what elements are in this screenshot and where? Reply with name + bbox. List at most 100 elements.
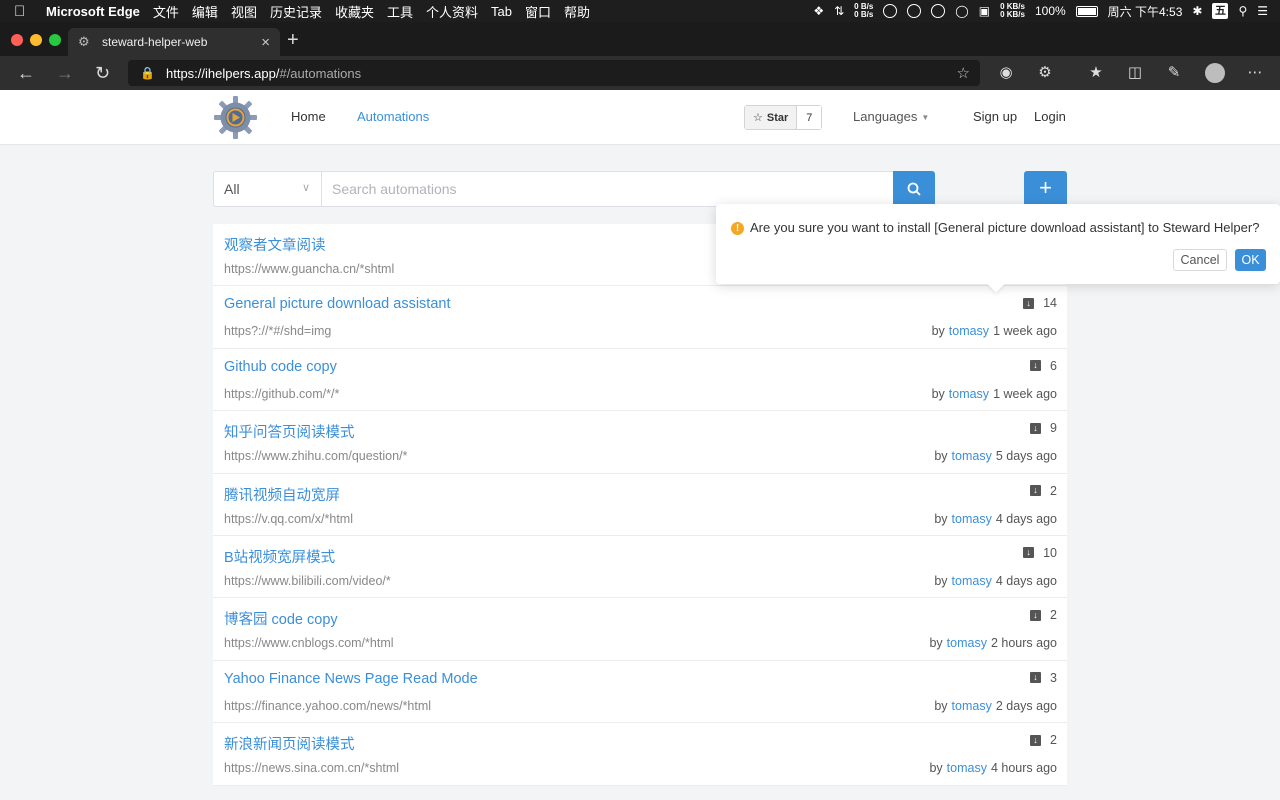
new-tab-icon[interactable]: + xyxy=(287,30,299,50)
author-link[interactable]: tomasy xyxy=(952,512,992,526)
menu-help[interactable]: 帮助 xyxy=(564,2,590,21)
automation-title[interactable]: 观察者文章阅读 xyxy=(224,234,326,255)
search-button[interactable] xyxy=(893,171,935,207)
automation-row[interactable]: 博客园 code copy https://www.cnblogs.com/*ht… xyxy=(213,598,1067,661)
by-label: by xyxy=(934,449,948,464)
nav-home[interactable]: Home xyxy=(291,109,326,124)
search-input[interactable] xyxy=(321,171,894,207)
feedback-icon[interactable]: ✎ xyxy=(1165,64,1183,82)
monitor-icon[interactable]: ▣ xyxy=(979,4,990,18)
filter-select-value: All xyxy=(224,181,240,197)
github-star-button[interactable]: ☆ Star xyxy=(745,106,798,129)
address-bar[interactable]: 🔒 https://ihelpers.app/#/automations ☆ xyxy=(128,60,980,86)
github-star-widget[interactable]: ☆ Star 7 xyxy=(744,105,823,130)
extension-s-icon[interactable]: ◉ xyxy=(997,64,1015,82)
download-icon[interactable]: ↓ xyxy=(1030,422,1042,434)
menu-edit[interactable]: 编辑 xyxy=(192,2,218,21)
download-icon[interactable]: ↓ xyxy=(1030,360,1042,372)
net-down: 0 B/s xyxy=(854,10,874,19)
close-window-button[interactable] xyxy=(11,34,23,46)
ok-button[interactable]: OK xyxy=(1235,249,1266,271)
menu-file[interactable]: 文件 xyxy=(153,2,179,21)
macos-menubar:  Microsoft Edge 文件 编辑 视图 历史记录 收藏夹 工具 个人… xyxy=(0,0,1280,22)
install-confirm-popover: ! Are you sure you want to install [Gene… xyxy=(716,204,1280,293)
automation-row[interactable]: B站视频宽屏模式 https://www.bilibili.com/video/*… xyxy=(213,535,1067,599)
author-link[interactable]: tomasy xyxy=(949,387,989,401)
signup-link[interactable]: Sign up xyxy=(973,109,1017,124)
collections-icon[interactable]: ◫ xyxy=(1126,64,1144,82)
automation-title[interactable]: 博客园 code copy xyxy=(224,608,338,629)
toggle-icon[interactable]: ◯ xyxy=(955,4,968,18)
download-count: ↓ 10 xyxy=(1023,546,1057,560)
automation-title[interactable]: 新浪新闻页阅读模式 xyxy=(224,733,355,754)
author-link[interactable]: tomasy xyxy=(952,449,992,463)
automation-title[interactable]: B站视频宽屏模式 xyxy=(224,546,335,567)
nav-automations[interactable]: Automations xyxy=(357,109,429,124)
control-center-icon[interactable]: ✱ xyxy=(1192,4,1202,18)
forward-arrow-icon[interactable]: → xyxy=(56,62,74,84)
more-menu-icon[interactable]: ⋯ xyxy=(1246,64,1264,82)
author-link[interactable]: tomasy xyxy=(949,324,989,338)
download-icon[interactable]: ↓ xyxy=(1030,672,1042,684)
favorite-star-icon[interactable]: ☆ xyxy=(957,64,970,82)
menu-app-name[interactable]: Microsoft Edge xyxy=(46,4,140,19)
automation-row[interactable]: 知乎问答页阅读模式 https://www.zhihu.com/question/… xyxy=(213,411,1067,474)
menu-history[interactable]: 历史记录 xyxy=(270,2,322,21)
clock[interactable]: 周六 下午4:53 xyxy=(1108,3,1183,20)
notification-list-icon[interactable]: ☰ xyxy=(1257,4,1268,18)
menu-window[interactable]: 窗口 xyxy=(525,2,551,21)
login-link[interactable]: Login xyxy=(1034,109,1066,124)
menu-profile[interactable]: 个人资料 xyxy=(426,2,478,21)
automation-row[interactable]: 新浪新闻页阅读模式 https://news.sina.com.cn/*shtml… xyxy=(213,723,1067,786)
automation-row[interactable]: 腾讯视频自动宽屏 https://v.qq.com/x/*html ↓ 2 by toma… xyxy=(213,473,1067,536)
automation-title[interactable]: General picture download assistant xyxy=(224,296,451,312)
download-icon[interactable]: ↓ xyxy=(1023,297,1035,309)
menu-favorites[interactable]: 收藏夹 xyxy=(335,2,374,21)
author-link[interactable]: tomasy xyxy=(947,636,987,650)
menu-tab[interactable]: Tab xyxy=(491,4,512,19)
minimize-window-button[interactable] xyxy=(30,34,42,46)
input-method-icon[interactable]: 五 xyxy=(1212,3,1229,19)
author-link[interactable]: tomasy xyxy=(952,574,992,588)
menu-tools[interactable]: 工具 xyxy=(387,2,413,21)
favorites-list-icon[interactable]: ★ xyxy=(1087,64,1105,82)
battery-icon[interactable] xyxy=(1075,5,1098,17)
author-link[interactable]: tomasy xyxy=(952,699,992,713)
automation-title[interactable]: Github code copy xyxy=(224,359,337,375)
download-icon[interactable]: ↓ xyxy=(1023,547,1035,559)
download-count-value: 10 xyxy=(1043,545,1057,560)
zoom-window-button[interactable] xyxy=(49,34,61,46)
download-icon[interactable]: ↓ xyxy=(1030,734,1042,746)
automation-title[interactable]: Yahoo Finance News Page Read Mode xyxy=(224,671,478,687)
browser-icon[interactable] xyxy=(931,4,946,18)
helper-h-icon[interactable] xyxy=(907,4,922,18)
automation-row[interactable]: Github code copy https://github.com/*/* ↓ 6… xyxy=(213,348,1067,412)
add-automation-button[interactable]: + xyxy=(1024,171,1067,207)
by-label: by xyxy=(931,386,945,401)
extension-gear-icon[interactable]: ⚙ xyxy=(1036,64,1054,82)
search-spotlight-icon[interactable]: ⚲ xyxy=(1238,4,1247,18)
back-arrow-icon[interactable]: ← xyxy=(17,62,35,84)
by-label: by xyxy=(929,761,943,776)
cancel-button[interactable]: Cancel xyxy=(1173,249,1227,271)
automation-row[interactable]: General picture download assistant https?… xyxy=(213,286,1067,349)
automation-title[interactable]: 腾讯视频自动宽屏 xyxy=(224,484,340,505)
automation-title[interactable]: 知乎问答页阅读模式 xyxy=(224,421,355,442)
steward-logo-icon[interactable] xyxy=(213,95,258,140)
download-icon[interactable]: ↓ xyxy=(1030,609,1042,621)
profile-avatar[interactable] xyxy=(1205,63,1225,83)
status-circle-icon[interactable] xyxy=(883,4,898,18)
tab-close-icon[interactable]: × xyxy=(261,34,270,51)
menu-view[interactable]: 视图 xyxy=(231,2,257,21)
download-icon[interactable]: ↓ xyxy=(1030,485,1042,497)
filter-select[interactable]: All ∨ xyxy=(213,171,322,207)
author-link[interactable]: tomasy xyxy=(947,761,987,775)
network-activity-icon[interactable]: ⇅ xyxy=(834,4,844,18)
languages-dropdown[interactable]: Languages ▼ xyxy=(853,109,929,124)
automation-row[interactable]: Yahoo Finance News Page Read Mode https:/… xyxy=(213,660,1067,724)
github-star-count[interactable]: 7 xyxy=(797,106,822,129)
dropbox-icon[interactable]: ❖ xyxy=(813,4,824,18)
reload-icon[interactable]: ↻ xyxy=(95,62,110,84)
apple-menu-icon[interactable]:  xyxy=(14,3,36,20)
browser-tab[interactable]: ⚙ steward-helper-web × xyxy=(68,28,280,56)
